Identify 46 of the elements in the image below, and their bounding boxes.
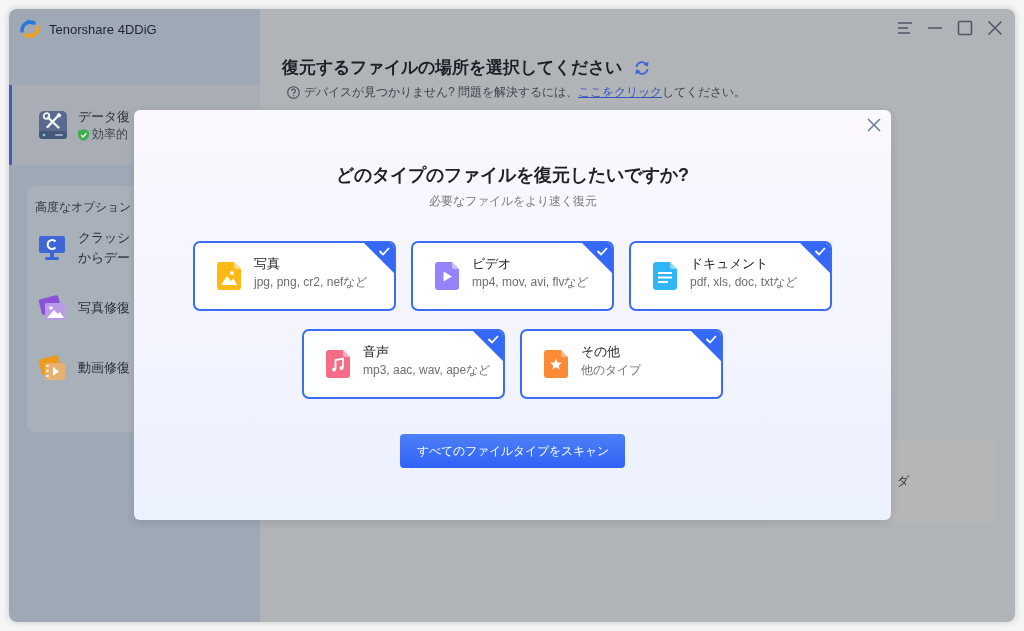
sidebar-item-subtitle: 効率的: [92, 127, 128, 142]
refresh-icon[interactable]: [634, 60, 650, 76]
maximize-icon[interactable]: [957, 20, 973, 36]
file-type-card[interactable]: 音声 mp3, aac, wav, apeなど: [302, 329, 505, 399]
close-icon[interactable]: [867, 118, 881, 132]
sidebar-item-label: 写真修復: [78, 299, 130, 317]
file-type-name: 音声: [363, 344, 390, 360]
sidebar-item[interactable]: 動画修復: [27, 338, 242, 398]
dialog-title: どのタイプのファイルを復元したいですか?: [336, 164, 689, 187]
scan-all-button[interactable]: すべてのファイルタイプをスキャン: [400, 434, 625, 468]
sidebar-item-label: 動画修復: [78, 359, 130, 377]
menu-icon[interactable]: [897, 20, 913, 36]
file-type-extensions: jpg, png, cr2, nefなど: [254, 275, 368, 290]
file-type-card[interactable]: ドキュメント pdf, xls, doc, txtなど: [629, 241, 832, 311]
file-type-extensions: mp3, aac, wav, apeなど: [363, 363, 491, 378]
file-type-extensions: 他のタイプ: [581, 363, 641, 378]
close-icon[interactable]: [987, 20, 1003, 36]
dialog-subtitle: 必要なファイルをより速く復元: [428, 193, 597, 209]
shield-check-icon: [78, 128, 89, 141]
help-text: デバイスが見つかりません? 問題を解決するには、ここをクリック してください。: [304, 84, 746, 101]
file-type-card[interactable]: 写真 jpg, png, cr2, nefなど: [193, 241, 396, 311]
page-title: 復元するファイルの場所を選択してください: [282, 57, 622, 79]
check-corner-icon: [800, 243, 830, 273]
file-type-name: ドキュメント: [690, 256, 769, 272]
check-corner-icon: [691, 331, 721, 361]
file-type-card[interactable]: その他 他のタイプ: [520, 329, 723, 399]
check-corner-icon: [473, 331, 503, 361]
help-icon: [287, 86, 300, 99]
file-type-name: その他: [581, 344, 621, 360]
location-card-label: ダ: [897, 473, 909, 490]
check-corner-icon: [364, 243, 394, 273]
photos-icon: [38, 294, 66, 322]
app-name: Tenorshare 4DDiG: [49, 21, 157, 37]
advanced-options-heading: 高度なオプション: [35, 199, 131, 215]
check-corner-icon: [582, 243, 612, 273]
file-type-name: ビデオ: [472, 256, 512, 272]
logo-icon: [19, 18, 41, 40]
file-type-name: 写真: [254, 256, 281, 272]
file-type-extensions: mp4, mov, avi, flvなど: [472, 275, 589, 290]
sidebar-item-title: データ復: [78, 108, 130, 125]
video-frames-icon: [38, 354, 66, 382]
monitor-icon: [38, 234, 66, 262]
drive-tools-icon: [38, 110, 68, 140]
file-type-card[interactable]: ビデオ mp4, mov, avi, flvなど: [411, 241, 614, 311]
sidebar-item-label: クラッシ からデー: [78, 229, 130, 267]
file-type-extensions: pdf, xls, doc, txtなど: [690, 275, 798, 290]
